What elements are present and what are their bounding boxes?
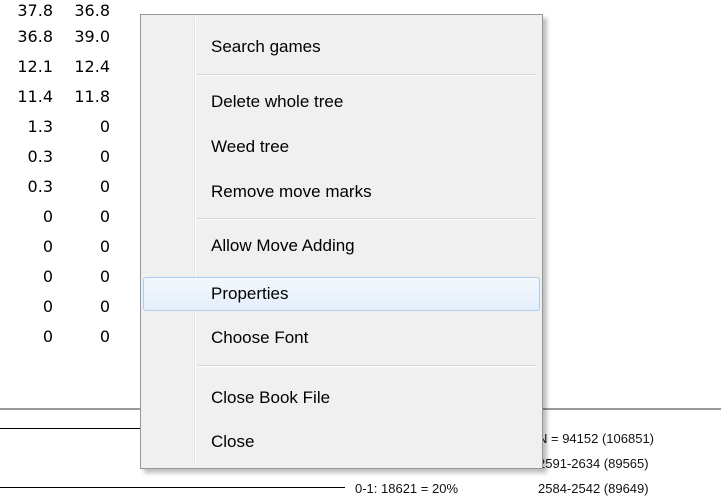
table-cell: 0: [99, 177, 110, 196]
menu-item-close[interactable]: Close: [143, 425, 540, 459]
table-cell: 36.8: [17, 27, 53, 46]
table-cell: 0: [99, 297, 110, 316]
percent-column-2: 36.8 39.0 12.4 11.8 0 0 0 0 0 0 0 0: [60, 0, 110, 352]
menu-item-label: Properties: [211, 284, 289, 303]
stats-rating-black: 2584-2542 (89649): [538, 481, 649, 496]
menu-item-search-games[interactable]: Search games: [143, 30, 540, 64]
menu-item-label: Weed tree: [211, 137, 290, 156]
table-cell: 11.4: [17, 87, 53, 106]
menu-item-close-book-file[interactable]: Close Book File: [143, 381, 540, 415]
table-cell: 0: [42, 327, 53, 346]
menu-item-properties[interactable]: Properties: [143, 277, 540, 311]
table-cell: 0: [42, 237, 53, 256]
table-cell: 0: [99, 267, 110, 286]
menu-item-weed-tree[interactable]: Weed tree: [143, 130, 540, 164]
table-cell: 0.3: [27, 147, 53, 166]
menu-item-label: Allow Move Adding: [211, 236, 355, 255]
table-cell: 11.8: [74, 87, 110, 106]
menu-item-delete-whole-tree[interactable]: Delete whole tree: [143, 85, 540, 119]
menu-item-allow-move-adding[interactable]: Allow Move Adding: [143, 229, 540, 263]
table-cell: 39.0: [74, 27, 110, 46]
table-cell: 0: [99, 117, 110, 136]
table-cell: 0: [99, 207, 110, 226]
menu-item-label: Delete whole tree: [211, 92, 344, 111]
table-cell: 36.8: [74, 1, 110, 20]
table-cell: 0.3: [27, 177, 53, 196]
table-cell: 0: [99, 327, 110, 346]
table-cell: 1.3: [27, 117, 53, 136]
context-menu: Search games Delete whole tree Weed tree…: [140, 14, 543, 469]
menu-item-choose-font[interactable]: Choose Font: [143, 321, 540, 355]
stats-games-count: N = 94152 (106851): [538, 431, 655, 446]
table-cell: 0: [99, 147, 110, 166]
table-cell: 0: [42, 207, 53, 226]
menu-item-label: Remove move marks: [211, 182, 372, 201]
table-cell: 0: [42, 267, 53, 286]
table-cell: 0: [99, 237, 110, 256]
menu-separator: [197, 365, 537, 367]
table-cell: 37.8: [17, 1, 53, 20]
percent-column-1: 37.8 36.8 12.1 11.4 1.3 0.3 0.3 0 0 0 0 …: [0, 0, 53, 352]
table-cell: 0: [42, 297, 53, 316]
table-cell: 12.4: [74, 57, 110, 76]
menu-item-label: Close: [211, 432, 255, 451]
menu-separator: [197, 74, 537, 76]
stats-rating-white: 2591-2634 (89565): [538, 456, 649, 471]
menu-item-label: Close Book File: [211, 388, 331, 407]
table-cell: 12.1: [17, 57, 53, 76]
menu-item-label: Choose Font: [211, 328, 309, 347]
menu-item-remove-move-marks[interactable]: Remove move marks: [143, 175, 540, 209]
menu-separator: [197, 218, 537, 220]
menu-item-label: Search games: [211, 37, 321, 56]
stats-score-black: 0-1: 18621 = 20%: [355, 481, 458, 496]
